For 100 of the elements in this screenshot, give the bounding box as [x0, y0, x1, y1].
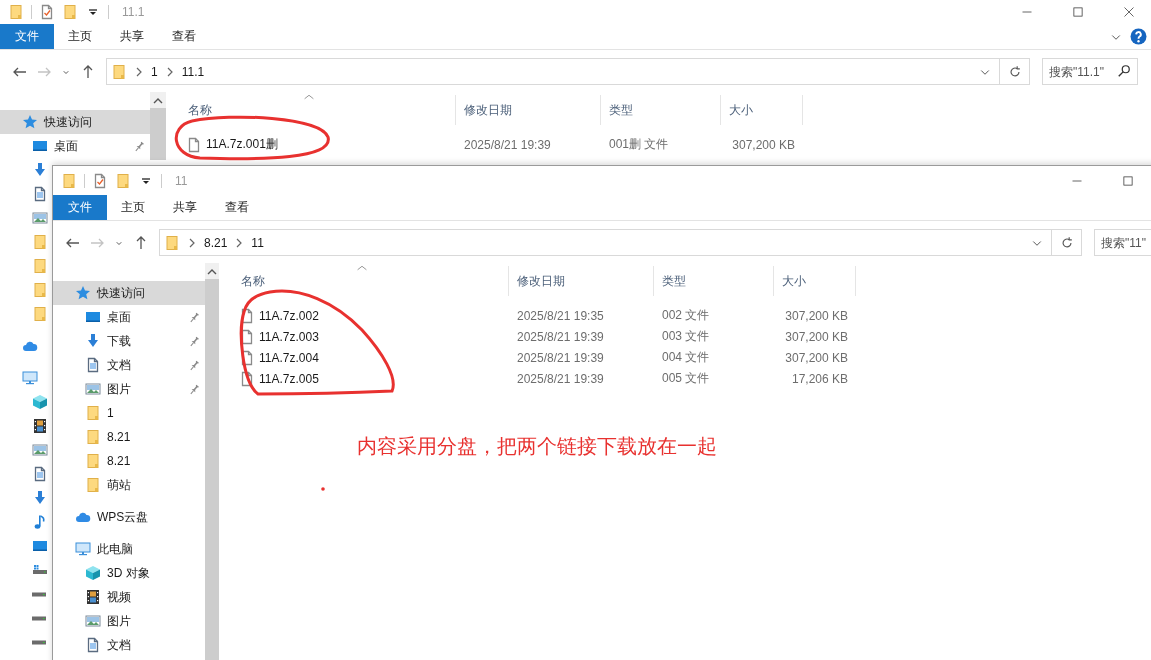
computer-icon: [75, 541, 91, 557]
breadcrumb[interactable]: 11.1: [181, 64, 205, 79]
file-type: 004 文件: [661, 349, 711, 366]
file-menu-button[interactable]: 文件: [0, 24, 54, 49]
dot-mark: [321, 487, 325, 491]
star-icon: [75, 285, 91, 301]
folder-icon: [164, 234, 180, 251]
search-field[interactable]: 搜索"11": [1094, 229, 1151, 256]
download-icon: [32, 490, 48, 506]
sidebar-item[interactable]: 图片: [53, 609, 205, 633]
sidebar-item[interactable]: 快速访问: [0, 110, 150, 134]
sidebar-item[interactable]: 此电脑: [53, 537, 205, 561]
column-header[interactable]: 大小: [774, 266, 856, 296]
checklist-icon: [92, 172, 108, 189]
sidebar-item[interactable]: 图片: [53, 377, 205, 401]
file-name[interactable]: 11A.7z.003: [259, 329, 319, 344]
window-title: 11: [175, 173, 188, 188]
folder-icon: [61, 172, 77, 189]
folder-icon: [32, 234, 48, 250]
film-icon: [85, 589, 101, 605]
scrollbar-thumb[interactable]: [150, 108, 166, 160]
pin-icon: [133, 139, 146, 153]
search-icon: [1117, 64, 1131, 78]
file-name[interactable]: 11A.7z.005: [259, 371, 319, 386]
column-header[interactable]: 类型: [654, 266, 774, 296]
file-size: 307,200 KB: [784, 329, 849, 344]
ribbon-tab[interactable]: 查看: [211, 195, 263, 220]
ribbon-tab[interactable]: 查看: [158, 24, 210, 49]
refresh-button[interactable]: [1052, 229, 1082, 256]
cube-icon: [85, 565, 101, 581]
sidebar-item[interactable]: 文档: [53, 633, 205, 657]
window-title: 11.1: [122, 5, 145, 19]
refresh-icon: [1007, 64, 1022, 79]
document-icon: [32, 466, 48, 482]
pin-icon: [188, 382, 201, 396]
refresh-button[interactable]: [1000, 58, 1030, 85]
ribbon-tab[interactable]: 主页: [54, 24, 106, 49]
address-bar[interactable]: 8.21 11: [159, 229, 1052, 256]
address-bar[interactable]: 1 11.1: [106, 58, 1000, 85]
sidebar-item[interactable]: 文档: [53, 353, 205, 377]
drive-icon: [32, 639, 46, 645]
column-header[interactable]: 修改日期: [509, 266, 654, 296]
download-icon: [85, 333, 101, 349]
file-icon: [239, 370, 255, 387]
scrollbar[interactable]: [150, 92, 166, 160]
breadcrumb[interactable]: 1: [151, 64, 158, 79]
ribbon-tab[interactable]: 共享: [159, 195, 211, 220]
chevron-right-icon: [136, 66, 142, 77]
sidebar-item[interactable]: 萌站: [53, 473, 205, 497]
column-header[interactable]: 类型: [601, 95, 721, 125]
sidebar-item[interactable]: 桌面: [0, 134, 150, 158]
document-icon: [85, 357, 101, 373]
drive-icon: [32, 591, 46, 597]
download-icon: [32, 162, 48, 178]
sidebar-item[interactable]: 快速访问: [53, 281, 205, 305]
breadcrumb[interactable]: 8.21: [204, 235, 228, 250]
file-icon: [239, 307, 255, 324]
folder-icon: [85, 405, 101, 421]
search-field[interactable]: 搜索"11.1": [1042, 58, 1138, 85]
file-type: 002 文件: [661, 307, 711, 324]
file-size: 307,200 KB: [731, 137, 796, 152]
sidebar-item[interactable]: 下载: [53, 329, 205, 353]
column-header[interactable]: 大小: [721, 95, 803, 125]
folder-icon: [111, 63, 127, 80]
chevron-right-icon: [166, 66, 173, 77]
picture-icon: [32, 442, 48, 458]
file-name[interactable]: 11A.7z.004: [259, 350, 319, 365]
file-name[interactable]: 11A.7z.002: [259, 308, 319, 323]
sidebar-item[interactable]: 1: [53, 401, 205, 425]
sidebar-item[interactable]: 8.21: [53, 449, 205, 473]
film-icon: [32, 418, 48, 434]
folder-icon: [32, 306, 48, 322]
star-icon: [22, 114, 38, 130]
refresh-icon: [1059, 235, 1074, 250]
ribbon-tab[interactable]: 主页: [107, 195, 159, 220]
picture-icon: [32, 210, 48, 226]
ribbon-tab[interactable]: 共享: [106, 24, 158, 49]
column-header[interactable]: 名称: [180, 95, 456, 125]
folder-icon: [115, 172, 131, 189]
sidebar-item[interactable]: 视频: [53, 585, 205, 609]
folder-icon: [85, 477, 101, 493]
pin-icon: [188, 358, 201, 372]
computer-icon: [22, 370, 38, 386]
file-name[interactable]: 11A.7z.001删: [206, 136, 278, 153]
sidebar-item[interactable]: 桌面: [53, 305, 205, 329]
sidebar-item[interactable]: 8.21: [53, 425, 205, 449]
column-header[interactable]: 修改日期: [456, 95, 601, 125]
sidebar-item[interactable]: WPS云盘: [53, 505, 205, 529]
folder-icon: [32, 282, 48, 298]
breadcrumb[interactable]: 11: [251, 235, 264, 250]
modified-date: 2025/8/21 19:39: [516, 371, 605, 386]
monitor-icon: [32, 138, 48, 154]
file-icon: [186, 136, 202, 153]
pin-icon: [188, 310, 201, 324]
column-header[interactable]: 名称: [233, 266, 509, 296]
modified-date: 2025/8/21 19:39: [463, 137, 552, 152]
sidebar-item[interactable]: 3D 对象: [53, 561, 205, 585]
document-icon: [85, 637, 101, 653]
file-menu-button[interactable]: 文件: [53, 195, 107, 220]
file-size: 17,206 KB: [790, 371, 849, 386]
